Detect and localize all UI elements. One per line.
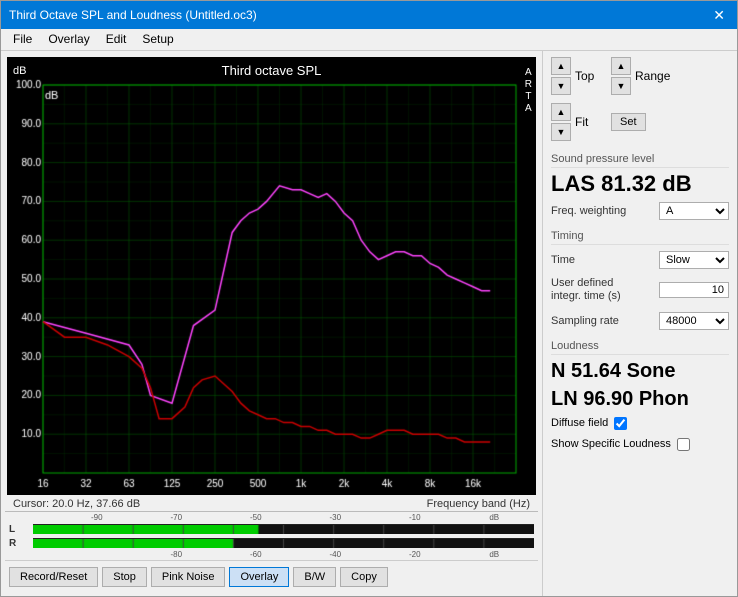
range-nav-group: ▲ ▼ Range	[611, 57, 670, 95]
cursor-info: Cursor: 20.0 Hz, 37.66 dB Frequency band…	[5, 497, 538, 511]
meter-row-l: L	[9, 522, 534, 536]
meter-section: -90 -70 -50 -30 -10 dB L R	[5, 511, 538, 560]
bottom-buttons: Record/Reset Stop Pink Noise Overlay B/W…	[5, 560, 538, 592]
tick-l-db: dB	[455, 513, 535, 522]
tick-l-5: -10	[375, 513, 455, 522]
meter-row-r: R	[9, 536, 534, 550]
fit-label: Fit	[575, 115, 605, 129]
meter-l-bar	[33, 524, 534, 534]
sampling-row: Sampling rate 441004800096000	[551, 312, 729, 330]
menu-bar: File Overlay Edit Setup	[1, 29, 737, 51]
tick-r-3: -60	[216, 550, 296, 559]
y-axis-label: dB	[13, 65, 26, 77]
loudness-section-label: Loudness	[551, 340, 729, 355]
menu-file[interactable]: File	[5, 31, 40, 48]
window-title: Third Octave SPL and Loudness (Untitled.…	[9, 8, 257, 22]
pink-noise-button[interactable]: Pink Noise	[151, 567, 226, 587]
integr-input[interactable]	[659, 282, 729, 298]
tick-l-2: -70	[137, 513, 217, 522]
show-specific-checkbox[interactable]	[677, 438, 690, 451]
nav-buttons: ▲ ▼ Top ▲ ▼ Range	[551, 57, 729, 95]
tick-l-4: -30	[296, 513, 376, 522]
set-button[interactable]: Set	[611, 113, 646, 131]
meter-ticks-r: -80 -60 -40 -20 dB	[9, 550, 534, 559]
fit-set-buttons: ▲ ▼ Fit Set	[551, 103, 729, 141]
meter-r-label: R	[9, 538, 33, 549]
main-window: Third Octave SPL and Loudness (Untitled.…	[0, 0, 738, 597]
meter-r-canvas	[33, 539, 534, 548]
cursor-text: Cursor: 20.0 Hz, 37.66 dB	[13, 498, 140, 510]
integr-row: User defined integr. time (s)	[551, 277, 729, 303]
tick-r-2: -80	[137, 550, 217, 559]
top-arrows: ▲ ▼	[551, 57, 571, 95]
range-up-button[interactable]: ▲	[611, 57, 631, 75]
menu-setup[interactable]: Setup	[134, 31, 181, 48]
tick-r-1	[57, 550, 137, 559]
diffuse-field-row: Diffuse field	[551, 417, 729, 430]
freq-weighting-select[interactable]: ABCZ	[659, 202, 729, 220]
copy-button[interactable]: Copy	[340, 567, 388, 587]
freq-weighting-label: Freq. weighting	[551, 205, 626, 217]
chart-title: Third octave SPL	[222, 63, 322, 78]
stop-button[interactable]: Stop	[102, 567, 147, 587]
sampling-select[interactable]: 441004800096000	[659, 312, 729, 330]
spl-value: LAS 81.32 dB	[551, 172, 729, 196]
time-select[interactable]: SlowFastImpulse	[659, 251, 729, 269]
menu-overlay[interactable]: Overlay	[40, 31, 97, 48]
loudness-ln-value: LN 96.90 Phon	[551, 387, 729, 411]
top-label: Top	[575, 69, 605, 83]
fit-up-button[interactable]: ▲	[551, 103, 571, 121]
title-bar: Third Octave SPL and Loudness (Untitled.…	[1, 1, 737, 29]
record-reset-button[interactable]: Record/Reset	[9, 567, 98, 587]
chart-canvas	[7, 57, 536, 495]
top-up-button[interactable]: ▲	[551, 57, 571, 75]
fit-down-button[interactable]: ▼	[551, 123, 571, 141]
tick-r-4: -40	[296, 550, 376, 559]
loudness-n-value: N 51.64 Sone	[551, 359, 729, 383]
integr-label: User defined integr. time (s)	[551, 277, 641, 303]
sampling-label: Sampling rate	[551, 315, 619, 327]
top-down-button[interactable]: ▼	[551, 77, 571, 95]
range-arrows: ▲ ▼	[611, 57, 631, 95]
tick-l-1: -90	[57, 513, 137, 522]
close-button[interactable]: ✕	[709, 7, 729, 24]
meter-l-label: L	[9, 524, 33, 535]
top-nav-group: ▲ ▼ Top	[551, 57, 605, 95]
timing-section-label: Timing	[551, 230, 729, 245]
show-specific-label: Show Specific Loudness	[551, 438, 671, 450]
tick-r-5: -20	[375, 550, 455, 559]
chart-container: Third octave SPL dB ARTA	[7, 57, 536, 495]
tick-r-db: dB	[455, 550, 535, 559]
right-panel: ▲ ▼ Top ▲ ▼ Range ▲ ▼	[542, 51, 737, 596]
meter-l-canvas	[33, 525, 534, 534]
tick-l-3: -50	[216, 513, 296, 522]
diffuse-field-checkbox[interactable]	[614, 417, 627, 430]
main-content: Third octave SPL dB ARTA Cursor: 20.0 Hz…	[1, 51, 737, 596]
freq-band-label: Frequency band (Hz)	[427, 498, 530, 510]
fit-arrows: ▲ ▼	[551, 103, 571, 141]
bw-button[interactable]: B/W	[293, 567, 336, 587]
freq-weighting-row: Freq. weighting ABCZ	[551, 202, 729, 220]
diffuse-field-label: Diffuse field	[551, 417, 608, 429]
menu-edit[interactable]: Edit	[98, 31, 135, 48]
set-group: Set	[611, 103, 646, 141]
time-label: Time	[551, 254, 575, 266]
spl-section-label: Sound pressure level	[551, 153, 729, 168]
overlay-button[interactable]: Overlay	[229, 567, 289, 587]
meter-r-bar	[33, 538, 534, 548]
time-row: Time SlowFastImpulse	[551, 251, 729, 269]
meter-ticks-l: -90 -70 -50 -30 -10 dB	[9, 513, 534, 522]
range-label: Range	[635, 69, 670, 83]
show-specific-row: Show Specific Loudness	[551, 438, 729, 451]
arta-label: ARTA	[525, 67, 532, 115]
fit-group: ▲ ▼ Fit	[551, 103, 605, 141]
chart-area: Third octave SPL dB ARTA Cursor: 20.0 Hz…	[1, 51, 542, 596]
range-down-button[interactable]: ▼	[611, 77, 631, 95]
